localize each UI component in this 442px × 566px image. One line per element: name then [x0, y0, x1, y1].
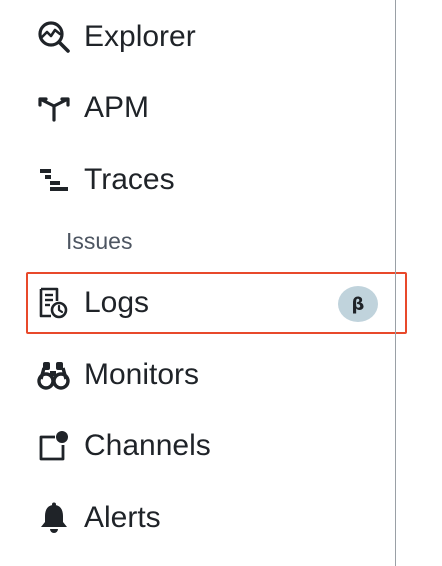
- sidebar-item-monitors[interactable]: Monitors: [36, 355, 199, 395]
- sidebar-item-label: Traces: [84, 163, 175, 196]
- sidebar-subitem-issues[interactable]: Issues: [66, 225, 132, 257]
- beta-badge: β: [338, 286, 378, 322]
- sidebar-subitem-label: Issues: [66, 228, 133, 254]
- sidebar-item-label: Channels: [84, 429, 211, 462]
- binoculars-icon: [36, 357, 72, 393]
- sidebar-item-channels[interactable]: Channels: [36, 426, 211, 466]
- apm-icon: [36, 90, 72, 126]
- sidebar-item-traces[interactable]: Traces: [36, 160, 175, 200]
- panel-divider: [395, 0, 396, 566]
- logs-icon: [36, 285, 72, 321]
- sidebar-item-label: Alerts: [84, 501, 161, 534]
- sidebar-nav: Explorer APM Traces Issues Logs β Monito…: [0, 0, 407, 566]
- sidebar-item-explorer[interactable]: Explorer: [36, 17, 196, 57]
- sidebar-item-label: Monitors: [84, 358, 200, 391]
- sidebar-item-label: APM: [84, 91, 150, 124]
- traces-icon: [36, 162, 72, 198]
- sidebar-item-logs[interactable]: Logs: [36, 283, 149, 323]
- sidebar-item-label: Explorer: [84, 20, 196, 53]
- explorer-icon: [36, 19, 72, 55]
- sidebar-item-label: Logs: [84, 286, 150, 319]
- sidebar-item-alerts[interactable]: Alerts: [36, 498, 161, 538]
- bell-icon: [36, 500, 72, 536]
- channels-icon: [36, 428, 72, 464]
- sidebar-item-apm[interactable]: APM: [36, 88, 149, 128]
